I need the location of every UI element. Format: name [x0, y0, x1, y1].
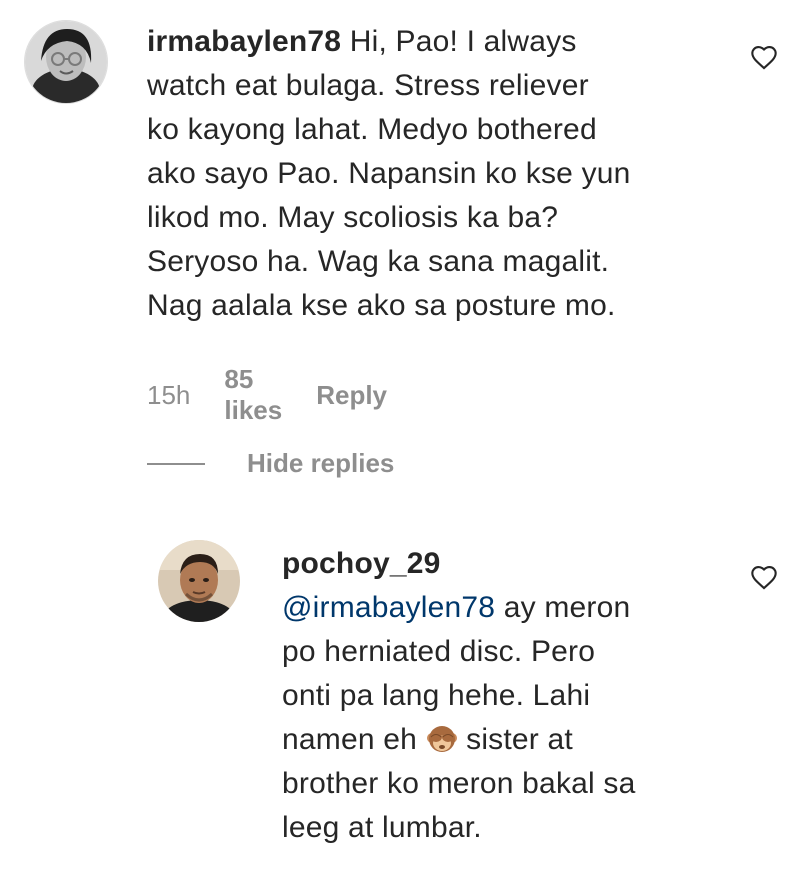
reply-text-segment: sister at — [457, 723, 573, 756]
see-no-evil-monkey-icon — [426, 723, 458, 755]
comment-likes[interactable]: 85 likes — [224, 364, 282, 426]
comment-text-line: likod mo. May scoliosis ka ba? — [147, 201, 559, 234]
comment-line-1: irmabaylen78 Hi, Pao! I always — [147, 20, 707, 64]
reply-button[interactable]: Reply — [316, 380, 387, 411]
comment-text-line: Hi, Pao! I always — [349, 25, 577, 58]
comment-text-line: Seryoso ha. Wag ka sana magalit. — [147, 245, 610, 278]
reply-text-line: onti pa lang hehe. Lahi — [282, 679, 591, 712]
avatar-photo — [158, 540, 240, 622]
hide-replies-label: Hide replies — [247, 448, 395, 478]
comment-text-line: ko kayong lahat. Medyo bothered — [147, 113, 597, 146]
avatar[interactable] — [24, 20, 108, 104]
comment-text-line: ako sayo Pao. Napansin ko kse yun — [147, 157, 631, 190]
heart-outline-icon[interactable] — [750, 44, 778, 70]
hide-replies-button[interactable]: Hide replies — [147, 448, 394, 479]
reply-line-1: @irmabaylen78 ay meron — [282, 586, 722, 630]
comment-time: 15h — [147, 379, 191, 410]
reply-text-line: po herniated disc. Pero — [282, 635, 596, 668]
comment-meta: 15h 85 likes Reply — [147, 364, 387, 426]
reply-body: pochoy_29 @irmabaylen78 ay meron po hern… — [282, 542, 722, 850]
comment-body: irmabaylen78 Hi, Pao! I always watch eat… — [147, 20, 707, 328]
reply-username[interactable]: pochoy_29 — [282, 542, 722, 586]
avatar[interactable] — [158, 540, 240, 622]
heart-outline-icon[interactable] — [750, 564, 778, 590]
divider-line — [147, 462, 205, 465]
comment-text-line: Nag aalala kse ako sa posture mo. — [147, 289, 616, 322]
reply-text-segment: namen eh — [282, 723, 426, 756]
mention-link[interactable]: @irmabaylen78 — [282, 591, 495, 624]
comment-username[interactable]: irmabaylen78 — [147, 25, 341, 58]
reply-text-line: leeg at lumbar. — [282, 811, 482, 844]
avatar-photo — [25, 21, 107, 103]
reply-text-line: brother ko meron bakal sa — [282, 767, 636, 800]
comment-text-line: watch eat bulaga. Stress reliever — [147, 69, 589, 102]
reply-text-segment: ay meron — [495, 591, 631, 624]
reply-line-4: namen eh sister at — [282, 718, 722, 762]
